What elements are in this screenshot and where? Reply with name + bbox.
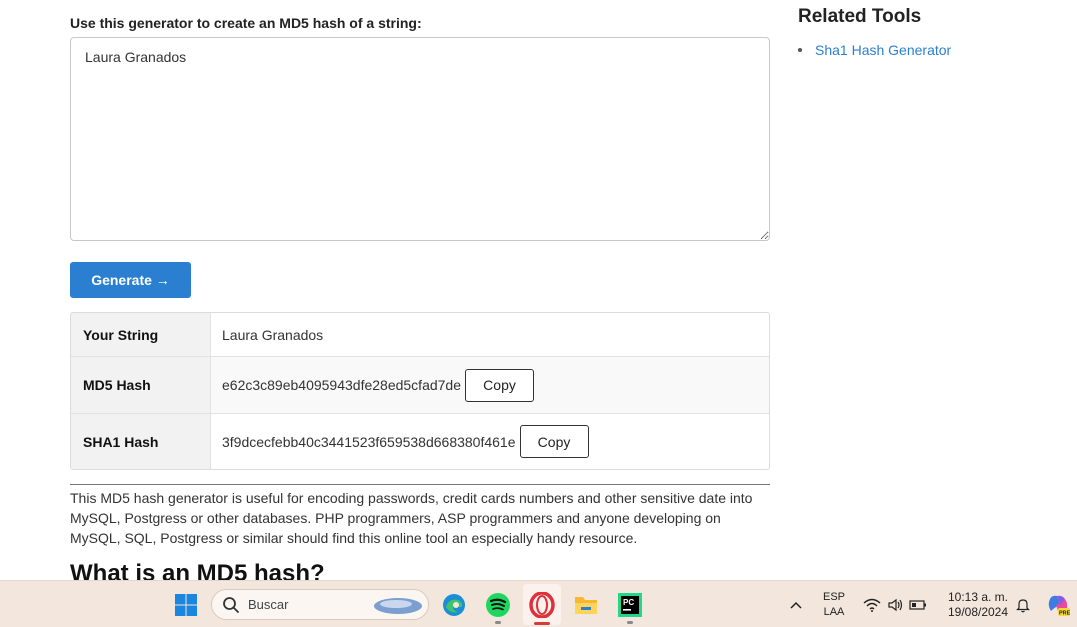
keyboard-layout: LAA [823,605,845,618]
edge-app[interactable] [437,581,471,627]
generator-label: Use this generator to create an MD5 hash… [70,15,422,31]
search-icon [223,596,239,613]
clock[interactable]: 10:13 a. m. 19/08/2024 [940,581,1016,627]
sha1-hash-value: 3f9dcecfebb40c3441523f659538d668380f461e… [211,414,769,469]
svg-text:PC: PC [623,598,634,607]
table-row: SHA1 Hash 3f9dcecfebb40c3441523f659538d6… [71,413,769,469]
running-indicator [495,621,501,624]
md5-hash-value: e62c3c89eb4095943dfe28ed5cfad7de Copy [211,357,769,413]
description-text: This MD5 hash generator is useful for en… [70,484,770,548]
copy-sha1-button[interactable]: Copy [519,425,589,458]
pycharm-icon: PC [618,592,642,617]
your-string-text: Laura Granados [222,326,324,343]
start-button[interactable] [170,581,202,627]
search-placeholder: Buscar [248,597,289,612]
copilot-icon: PRE [1048,595,1070,616]
file-explorer-icon [575,596,597,614]
show-hidden-icons-button[interactable] [785,581,807,627]
sha1-generator-link[interactable]: Sha1 Hash Generator [815,42,951,58]
copilot-button[interactable]: PRE [1043,581,1073,627]
notifications-button[interactable] [1012,581,1034,627]
sha1-hash-text: 3f9dcecfebb40c3441523f659538d668380f461e [222,433,516,450]
list-item: Sha1 Hash Generator [798,42,951,58]
results-table: Your String Laura Granados MD5 Hash e62c… [70,312,770,470]
clock-date: 19/08/2024 [947,604,1009,619]
your-string-value: Laura Granados [211,313,769,356]
sha1-hash-key: SHA1 Hash [71,414,211,469]
generate-button[interactable]: Generate → [70,262,191,298]
related-tools-list: Sha1 Hash Generator [798,42,951,58]
chevron-up-icon [790,601,802,609]
svg-text:PRE: PRE [1059,610,1070,616]
edge-icon [443,593,465,616]
spotify-icon [486,592,510,617]
opera-icon [529,591,555,618]
system-status-button[interactable] [860,581,930,627]
windows-start-icon [175,593,197,616]
your-string-key: Your String [71,313,211,356]
language-indicator[interactable]: ESP LAA [816,581,852,627]
md5-heading: What is an MD5 hash? [70,560,325,580]
taskbar: Buscar PC ESP LAA 10:13 a. m. 19/08/2024… [0,580,1077,627]
wifi-icon [863,598,881,612]
md5-hash-key: MD5 Hash [71,357,211,413]
file-explorer-app[interactable] [569,581,603,627]
battery-icon [909,599,926,610]
opera-app[interactable] [525,581,559,627]
bell-icon [1016,598,1030,612]
volume-icon [888,598,903,611]
md5-hash-text: e62c3c89eb4095943dfe28ed5cfad7de [222,377,462,393]
running-indicator [627,621,633,624]
search-highlight-icon [374,597,422,614]
active-indicator [534,622,550,625]
language-code: ESP [822,590,845,603]
clock-time: 10:13 a. m. [947,589,1009,604]
bullet-icon [798,48,802,52]
table-row: MD5 Hash e62c3c89eb4095943dfe28ed5cfad7d… [71,356,769,413]
table-row: Your String Laura Granados [71,313,769,356]
page: Use this generator to create an MD5 hash… [0,0,1077,580]
taskbar-search[interactable]: Buscar [211,589,429,620]
related-tools-title: Related Tools [798,6,922,27]
spotify-app[interactable] [481,581,515,627]
string-input[interactable] [70,37,770,241]
copy-md5-button[interactable]: Copy [465,368,535,402]
pycharm-app[interactable]: PC [613,581,647,627]
